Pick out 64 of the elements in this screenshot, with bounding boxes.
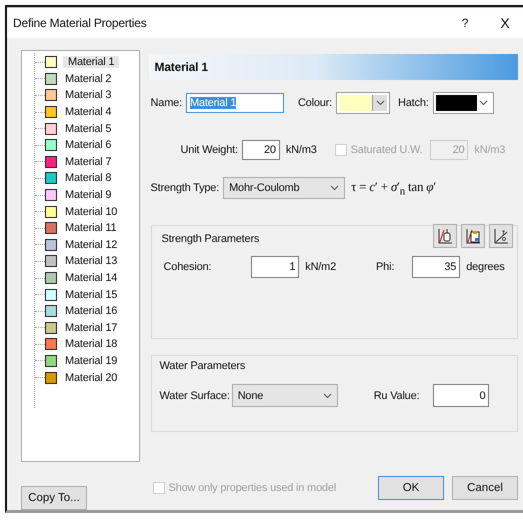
material-item[interactable]: Material 7: [63, 154, 114, 169]
material-item[interactable]: Material 14: [63, 271, 120, 286]
chevron-down-icon: [376, 100, 384, 106]
name-label: Name:: [150, 97, 182, 109]
unit-label: degrees: [466, 261, 505, 273]
material-header: Material 1: [148, 54, 518, 80]
help-button[interactable]: ?: [447, 16, 483, 30]
material-item[interactable]: Material 16: [63, 304, 120, 318]
parameter-field[interactable]: 1: [251, 256, 300, 278]
unit-weight-label: Unit Weight:: [180, 144, 238, 156]
clipboard-chart-icon: [465, 228, 481, 244]
shear-stress-chart-icon: [493, 228, 509, 244]
unit-weight-field[interactable]: 20: [242, 140, 280, 160]
toolbar-button[interactable]: [489, 224, 513, 248]
unit-label: kN/m3: [286, 144, 317, 156]
material-item[interactable]: Material 19: [63, 354, 120, 368]
material-item[interactable]: Material 17: [63, 320, 120, 335]
material-item[interactable]: Material 15: [63, 288, 120, 302]
material-item[interactable]: Material 12: [63, 238, 120, 252]
material-item[interactable]: Material 1: [63, 56, 120, 68]
chevron-down-icon: [322, 392, 332, 398]
toolbar-button[interactable]: [433, 224, 457, 248]
material-item[interactable]: Material 3: [63, 88, 114, 102]
material-item[interactable]: Material 6: [63, 138, 114, 152]
material-item[interactable]: Material 9: [63, 188, 114, 202]
parameter-label: Cohesion:: [164, 261, 212, 273]
ru-value-label: Ru Value:: [374, 390, 420, 402]
material-item[interactable]: Material 5: [63, 122, 114, 136]
chevron-down-icon: [330, 185, 340, 191]
cancel-button[interactable]: Cancel: [452, 476, 518, 500]
material-item[interactable]: Material 4: [63, 105, 114, 120]
ru-value-field[interactable]: 0: [433, 384, 490, 407]
hatch-dropdown[interactable]: [432, 92, 494, 114]
group-title: Strength Parameters: [162, 233, 260, 245]
material-item[interactable]: Material 11: [63, 221, 118, 236]
chevron-down-icon: [479, 100, 488, 106]
window-title: Define Material Properties: [13, 16, 148, 30]
material-item[interactable]: Material 10: [63, 204, 120, 219]
material-item[interactable]: Material 13: [63, 254, 120, 268]
show-only-label: Show only properties used in model: [168, 482, 336, 494]
colour-dropdown[interactable]: [336, 92, 390, 114]
saturated-label: Saturated U.W.: [350, 144, 422, 156]
water-surface-dropdown[interactable]: None: [232, 384, 338, 407]
strength-type-label: Strength Type:: [150, 182, 220, 194]
colour-label: Colour:: [298, 97, 332, 109]
group-title: Water Parameters: [160, 360, 246, 372]
unit-label: kN/m3: [474, 144, 506, 156]
name-field[interactable]: Material 1: [186, 93, 284, 113]
hatch-label: Hatch:: [398, 97, 429, 109]
formula: τ = c′ + σ′$_{n}$ tan φ′: [351, 178, 436, 198]
material-item[interactable]: Material 8: [63, 171, 114, 186]
material-item[interactable]: Material 2: [63, 72, 114, 86]
strength-type-dropdown[interactable]: Mohr-Coulomb: [223, 177, 346, 199]
toolbar-button[interactable]: [461, 224, 485, 248]
parameter-label: Phi:: [376, 261, 394, 273]
water-surface-label: Water Surface:: [160, 390, 230, 402]
copy-to-button[interactable]: Copy To...: [21, 486, 87, 510]
close-button[interactable]: X: [487, 15, 523, 31]
ok-button[interactable]: OK: [378, 476, 444, 500]
triaxial-cylinder-icon: [437, 228, 453, 244]
unit-label: kN/m2: [305, 261, 336, 273]
material-item[interactable]: Material 20: [63, 370, 120, 385]
parameter-field[interactable]: 35: [412, 256, 460, 278]
material-item[interactable]: Material 18: [63, 337, 120, 352]
